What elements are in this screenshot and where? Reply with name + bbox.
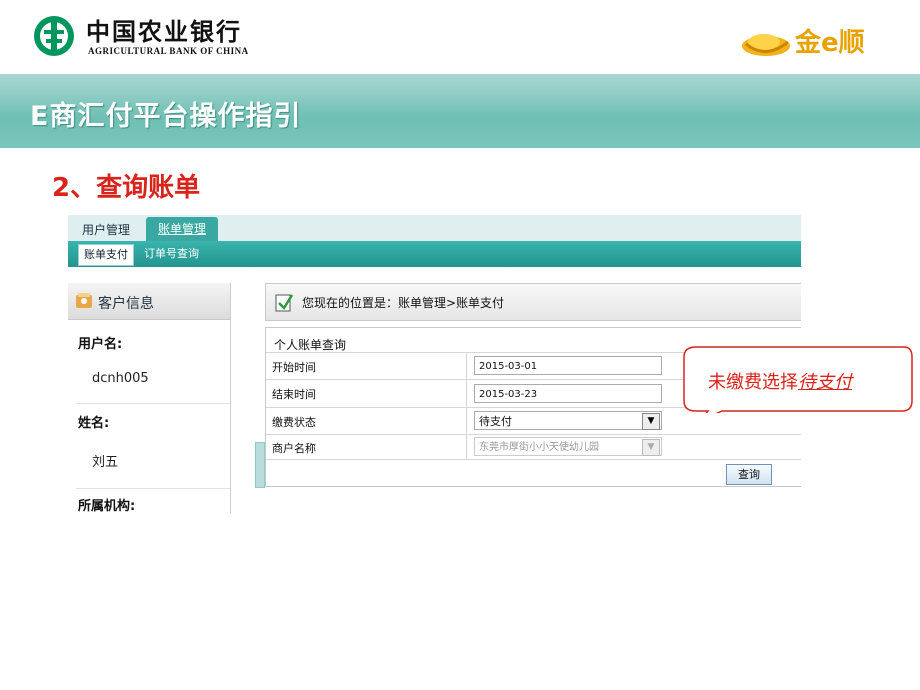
column-divider: [466, 352, 467, 459]
merchant-name-label: 商户名称: [272, 442, 316, 455]
section-title: 2、查询账单: [52, 173, 201, 203]
subnav-order-query[interactable]: 订单号查询: [144, 244, 199, 264]
divider: [76, 403, 230, 404]
customer-info-label: 客户信息: [98, 296, 154, 312]
breadcrumb-bar: 您现在的位置是：账单管理>账单支付: [265, 283, 801, 321]
payment-status-value: 待支付: [479, 415, 512, 428]
breadcrumb: 您现在的位置是：账单管理>账单支付: [302, 296, 505, 310]
username-value: dcnh005: [92, 371, 149, 386]
start-time-label: 开始时间: [272, 361, 316, 374]
abc-bank-logo-icon: [34, 16, 74, 56]
payment-status-label: 缴费状态: [272, 416, 316, 429]
chevron-down-icon[interactable]: ▼: [642, 413, 660, 430]
payment-status-select[interactable]: 待支付: [474, 411, 662, 430]
collapse-handle[interactable]: [255, 442, 265, 488]
callout-text: 未缴费选择待支付: [708, 368, 852, 394]
customer-info-icon: [76, 293, 92, 308]
bank-name-en: AGRICULTURAL BANK OF CHINA: [88, 46, 249, 56]
username-label: 用户名:: [78, 337, 123, 352]
form-title: 个人账单查询: [274, 338, 347, 352]
header-bar: 中国农业银行 AGRICULTURAL BANK OF CHINA 金e顺: [0, 0, 920, 74]
divider: [76, 488, 230, 489]
merchant-name-select[interactable]: 东莞市厚街小小天使幼儿园: [474, 437, 662, 456]
row-divider: [266, 459, 801, 460]
bank-name-cn: 中国农业银行: [86, 17, 242, 46]
callout-text-prefix: 未缴费选择: [708, 372, 798, 393]
customer-info-panel: 客户信息 用户名: dcnh005 姓名: 刘五 所属机构:: [68, 283, 231, 513]
tabs-bar: 用户管理 账单管理: [68, 215, 801, 241]
tab-bill-management[interactable]: 账单管理: [146, 217, 218, 241]
name-label: 姓名:: [78, 416, 110, 431]
chevron-down-icon[interactable]: ▼: [642, 439, 660, 456]
subnav-bill-payment[interactable]: 账单支付: [78, 244, 134, 266]
org-label: 所属机构:: [78, 499, 136, 513]
callout-text-emphasis: 待支付: [798, 372, 852, 393]
location-icon: [275, 294, 294, 312]
row-divider: [266, 434, 801, 435]
end-time-label: 结束时间: [272, 388, 316, 401]
brand-text: 金e顺: [795, 28, 865, 58]
end-time-input[interactable]: 2015-03-23: [474, 384, 662, 403]
query-button[interactable]: 查询: [726, 464, 772, 485]
merchant-name-value: 东莞市厚街小小天使幼儿园: [479, 442, 599, 453]
start-time-input[interactable]: 2015-03-01: [474, 356, 662, 375]
name-value: 刘五: [92, 455, 119, 470]
tab-user-management[interactable]: 用户管理: [76, 220, 136, 241]
banner-title: E商汇付平台操作指引: [30, 101, 302, 132]
customer-info-header: 客户信息: [68, 283, 230, 320]
subnav-bar: 账单支付 订单号查询: [68, 241, 801, 267]
